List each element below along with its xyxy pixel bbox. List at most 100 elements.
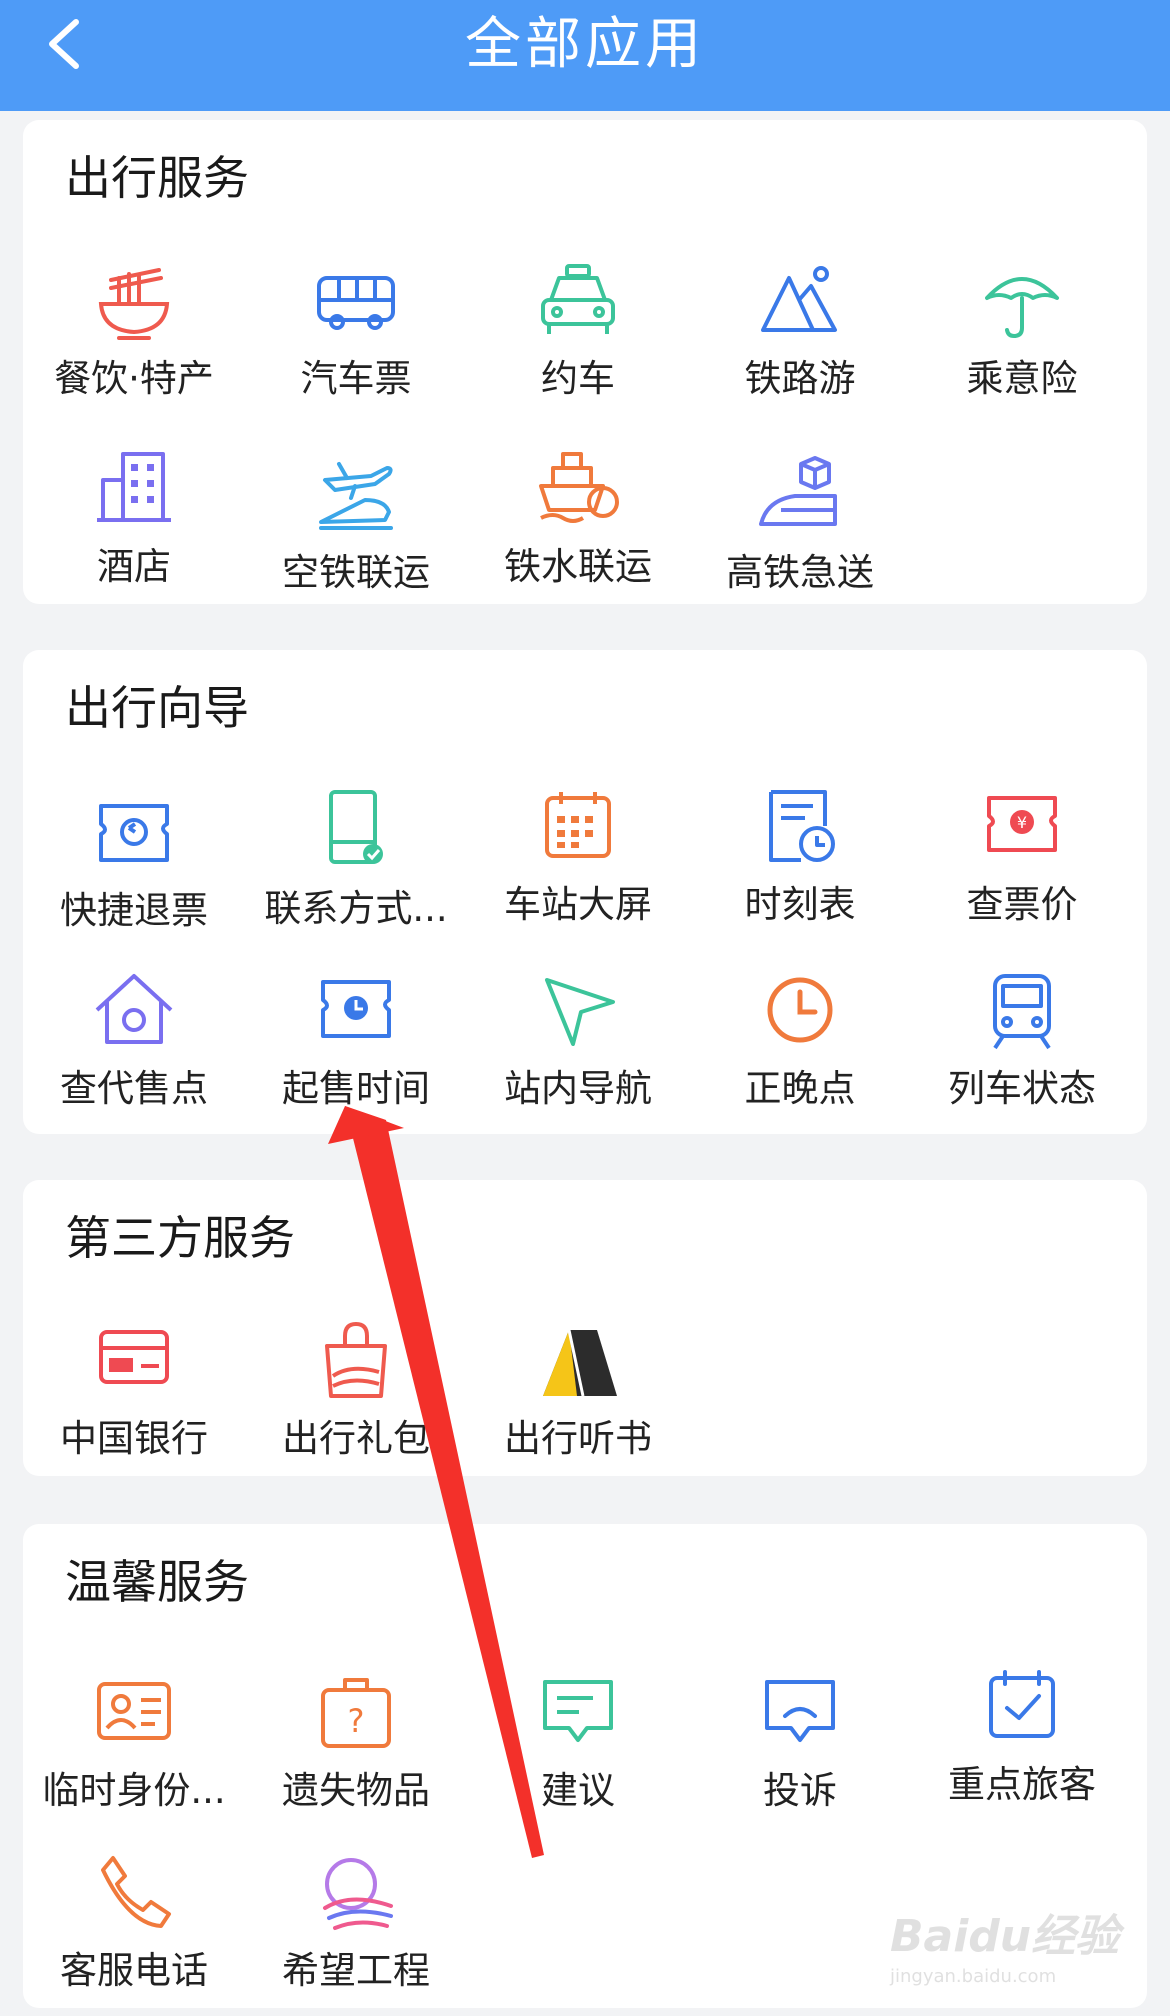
app-label: 起售时间	[282, 1067, 430, 1110]
id-card-icon	[89, 1668, 179, 1758]
app-label: 时刻表	[744, 883, 856, 926]
app-label: 餐饮·特产	[54, 357, 214, 400]
bank-card-icon	[89, 1316, 179, 1406]
ship-icon	[533, 444, 623, 534]
app-label: 酒店	[97, 545, 171, 588]
app-rail-tour[interactable]: 铁路游	[689, 256, 911, 406]
gift-bag-icon	[311, 1316, 401, 1406]
app-hotel[interactable]: 酒店	[23, 444, 245, 594]
app-contact[interactable]: 联系方式...	[245, 786, 467, 936]
app-label: 出行礼包	[282, 1417, 430, 1460]
page-title: 全部应用	[465, 12, 705, 77]
app-label: 站内导航	[504, 1067, 652, 1110]
svg-text:?: ?	[348, 1702, 365, 1740]
app-complaint[interactable]: 投诉	[689, 1668, 911, 1818]
train-front-icon	[977, 966, 1067, 1056]
app-label: 快捷退票	[60, 889, 208, 932]
app-bank-of-china[interactable]: 中国银行	[23, 1316, 245, 1466]
app-rail-water[interactable]: 铁水联运	[467, 444, 689, 594]
hope-project-icon	[311, 1848, 401, 1938]
baidu-watermark: Baidu经验 jingyan.baidu.com	[890, 1900, 1130, 1990]
noodle-bowl-icon	[89, 256, 179, 346]
section-travel-guide: 出行向导 快捷退票 联系方式... 车站大屏 时刻表 ¥ 查票价 查代售点 起售…	[23, 650, 1147, 1134]
app-label: 希望工程	[282, 1949, 430, 1992]
app-bus-ticket[interactable]: 汽车票	[245, 256, 467, 406]
calendar-grid-icon	[533, 782, 623, 872]
app-label: 客服电话	[60, 1949, 208, 1992]
plane-train-icon	[311, 450, 401, 540]
section-travel-service: 出行服务 餐饮·特产 汽车票 约车 铁路游 乘意险 酒店 空铁联运 铁水联运 高…	[23, 120, 1147, 604]
phone-icon	[89, 1848, 179, 1938]
app-label: 建议	[541, 1769, 615, 1812]
section-title: 出行服务	[65, 151, 249, 205]
clock-icon	[755, 966, 845, 1056]
app-agency-points[interactable]: 查代售点	[23, 966, 245, 1116]
section-title: 第三方服务	[65, 1211, 295, 1265]
building-icon	[89, 444, 179, 534]
app-train-status[interactable]: 列车状态	[911, 966, 1133, 1116]
complaint-bubble-icon	[755, 1668, 845, 1758]
app-label: 遗失物品	[282, 1769, 430, 1812]
audiobook-logo-icon	[533, 1316, 623, 1406]
app-hotline[interactable]: 客服电话	[23, 1848, 245, 1998]
app-header: 全部应用	[0, 0, 1170, 111]
app-label: 汽车票	[300, 357, 412, 400]
app-insurance[interactable]: 乘意险	[911, 256, 1133, 406]
app-label: 重点旅客	[948, 1763, 1096, 1806]
suggestion-bubble-icon	[533, 1668, 623, 1758]
app-label: 联系方式...	[264, 887, 448, 930]
house-icon	[89, 966, 179, 1056]
app-station-navigation[interactable]: 站内导航	[467, 966, 689, 1116]
app-label: 列车状态	[948, 1067, 1096, 1110]
app-label: 投诉	[763, 1769, 837, 1812]
app-express[interactable]: 高铁急送	[689, 450, 911, 600]
watermark-url: jingyan.baidu.com	[890, 1966, 1057, 1987]
bullet-train-box-icon	[755, 450, 845, 540]
mountain-icon	[755, 256, 845, 346]
app-ride-hailing[interactable]: 约车	[467, 256, 689, 406]
app-label: 查票价	[966, 883, 1078, 926]
svg-text:¥: ¥	[1017, 813, 1027, 832]
ticket-clock-icon	[311, 966, 401, 1056]
calendar-check-icon	[977, 1662, 1067, 1752]
app-punctuality[interactable]: 正晚点	[689, 966, 911, 1116]
app-label: 临时身份...	[42, 1769, 226, 1812]
app-label: 车站大屏	[504, 883, 652, 926]
app-audiobook[interactable]: 出行听书	[467, 1316, 689, 1466]
app-label: 查代售点	[60, 1067, 208, 1110]
app-air-rail[interactable]: 空铁联运	[245, 450, 467, 600]
section-third-party: 第三方服务 中国银行 出行礼包 出行听书	[23, 1180, 1147, 1476]
section-title: 出行向导	[65, 681, 249, 735]
app-label: 出行听书	[504, 1417, 652, 1460]
app-timetable[interactable]: 时刻表	[689, 782, 911, 932]
app-temp-id[interactable]: 临时身份...	[23, 1668, 245, 1818]
watermark-logo: Baidu经验	[890, 1911, 1120, 1962]
app-label: 正晚点	[744, 1067, 856, 1110]
app-quick-refund[interactable]: 快捷退票	[23, 788, 245, 938]
app-sale-time[interactable]: 起售时间	[245, 966, 467, 1116]
app-label: 乘意险	[966, 357, 1078, 400]
contact-tablet-icon	[311, 786, 401, 876]
yen-ticket-icon: ¥	[977, 782, 1067, 872]
app-label: 铁水联运	[504, 545, 652, 588]
taxi-icon	[533, 256, 623, 346]
app-label: 中国银行	[60, 1417, 208, 1460]
app-suggestion[interactable]: 建议	[467, 1668, 689, 1818]
schedule-clock-icon	[755, 782, 845, 872]
app-hope-project[interactable]: 希望工程	[245, 1848, 467, 1998]
bus-icon	[311, 256, 401, 346]
app-travel-gift[interactable]: 出行礼包	[245, 1316, 467, 1466]
umbrella-icon	[977, 256, 1067, 346]
app-label: 空铁联运	[282, 551, 430, 594]
app-key-passenger[interactable]: 重点旅客	[911, 1662, 1133, 1812]
app-lost-items[interactable]: ? 遗失物品	[245, 1668, 467, 1818]
navigation-arrow-icon	[533, 966, 623, 1056]
app-catering[interactable]: 餐饮·特产	[23, 256, 245, 406]
refund-ticket-icon	[89, 788, 179, 878]
app-label: 高铁急送	[726, 551, 874, 594]
app-fare-check[interactable]: ¥ 查票价	[911, 782, 1133, 932]
app-station-screen[interactable]: 车站大屏	[467, 782, 689, 932]
app-label: 铁路游	[744, 357, 856, 400]
section-title: 温馨服务	[65, 1555, 249, 1609]
lost-bag-icon: ?	[311, 1668, 401, 1758]
